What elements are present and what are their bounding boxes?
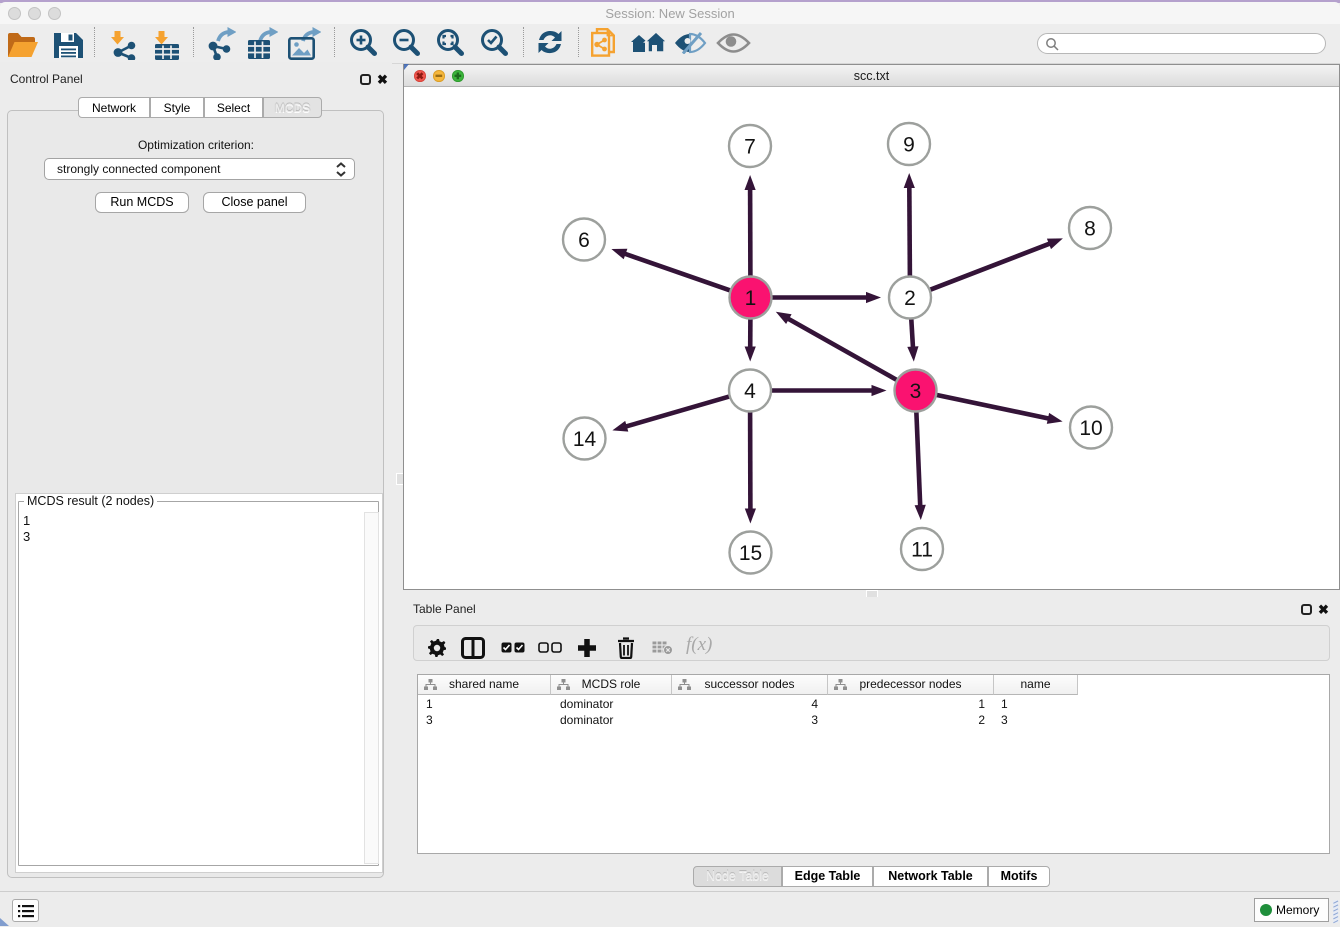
svg-text:8: 8 [1084, 218, 1096, 241]
svg-text:11: 11 [911, 539, 933, 562]
svg-text:2: 2 [904, 287, 916, 310]
svg-text:14: 14 [573, 428, 597, 451]
svg-text:7: 7 [744, 136, 756, 159]
svg-text:10: 10 [1079, 417, 1102, 440]
svg-text:9: 9 [903, 134, 915, 157]
svg-text:4: 4 [744, 380, 756, 403]
svg-text:6: 6 [578, 229, 590, 252]
svg-text:15: 15 [739, 542, 762, 565]
svg-text:3: 3 [910, 380, 922, 403]
svg-text:1: 1 [745, 287, 757, 310]
